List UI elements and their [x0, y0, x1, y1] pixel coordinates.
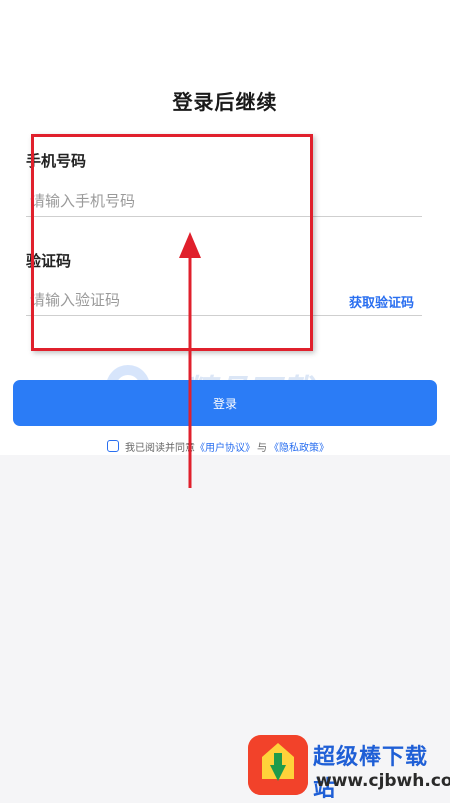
brand-logo-icon [248, 735, 308, 795]
checkbox-icon[interactable] [107, 440, 119, 452]
brand-url: www.cjbwh.com [316, 771, 450, 791]
privacy-policy-link[interactable]: 《隐私政策》 [269, 439, 329, 454]
agreement-row: 我已阅读并同意 《用户协议》 与 《隐私政策》 [107, 438, 329, 454]
page-title: 登录后继续 [172, 90, 278, 114]
brand-watermark: 超级棒下载站 www.cjbwh.com [248, 735, 450, 802]
login-button[interactable]: 登录 [13, 380, 437, 426]
agreement-and: 与 [257, 442, 267, 454]
annotation-highlight-box [31, 134, 313, 351]
get-code-button[interactable]: 获取验证码 [349, 292, 414, 311]
annotation-arrow-icon [179, 232, 201, 488]
